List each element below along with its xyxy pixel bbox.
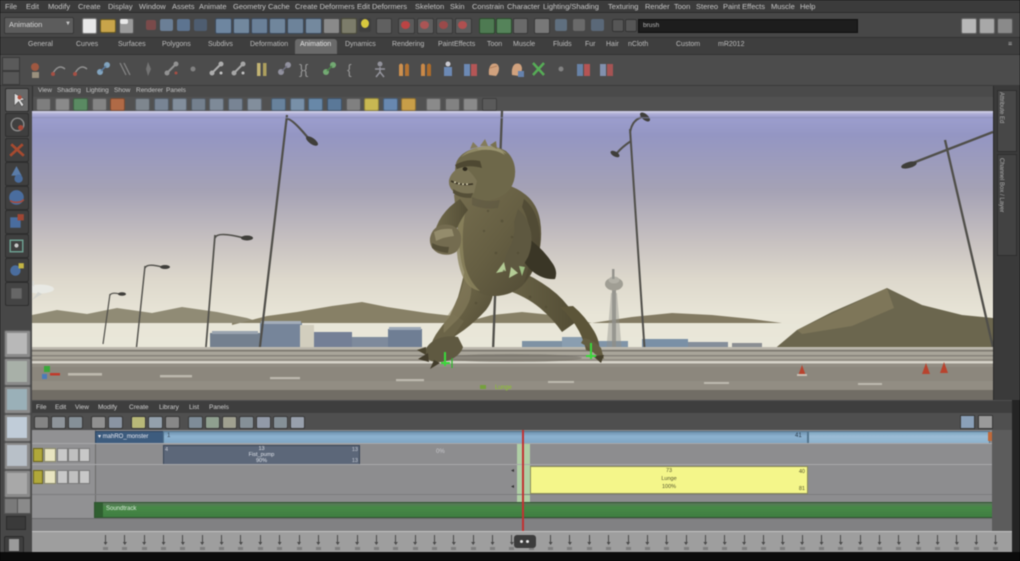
svg-text:{: { (347, 61, 352, 77)
svg-text:Lunge: Lunge (495, 385, 512, 391)
svg-text:}{: }{ (299, 61, 309, 77)
